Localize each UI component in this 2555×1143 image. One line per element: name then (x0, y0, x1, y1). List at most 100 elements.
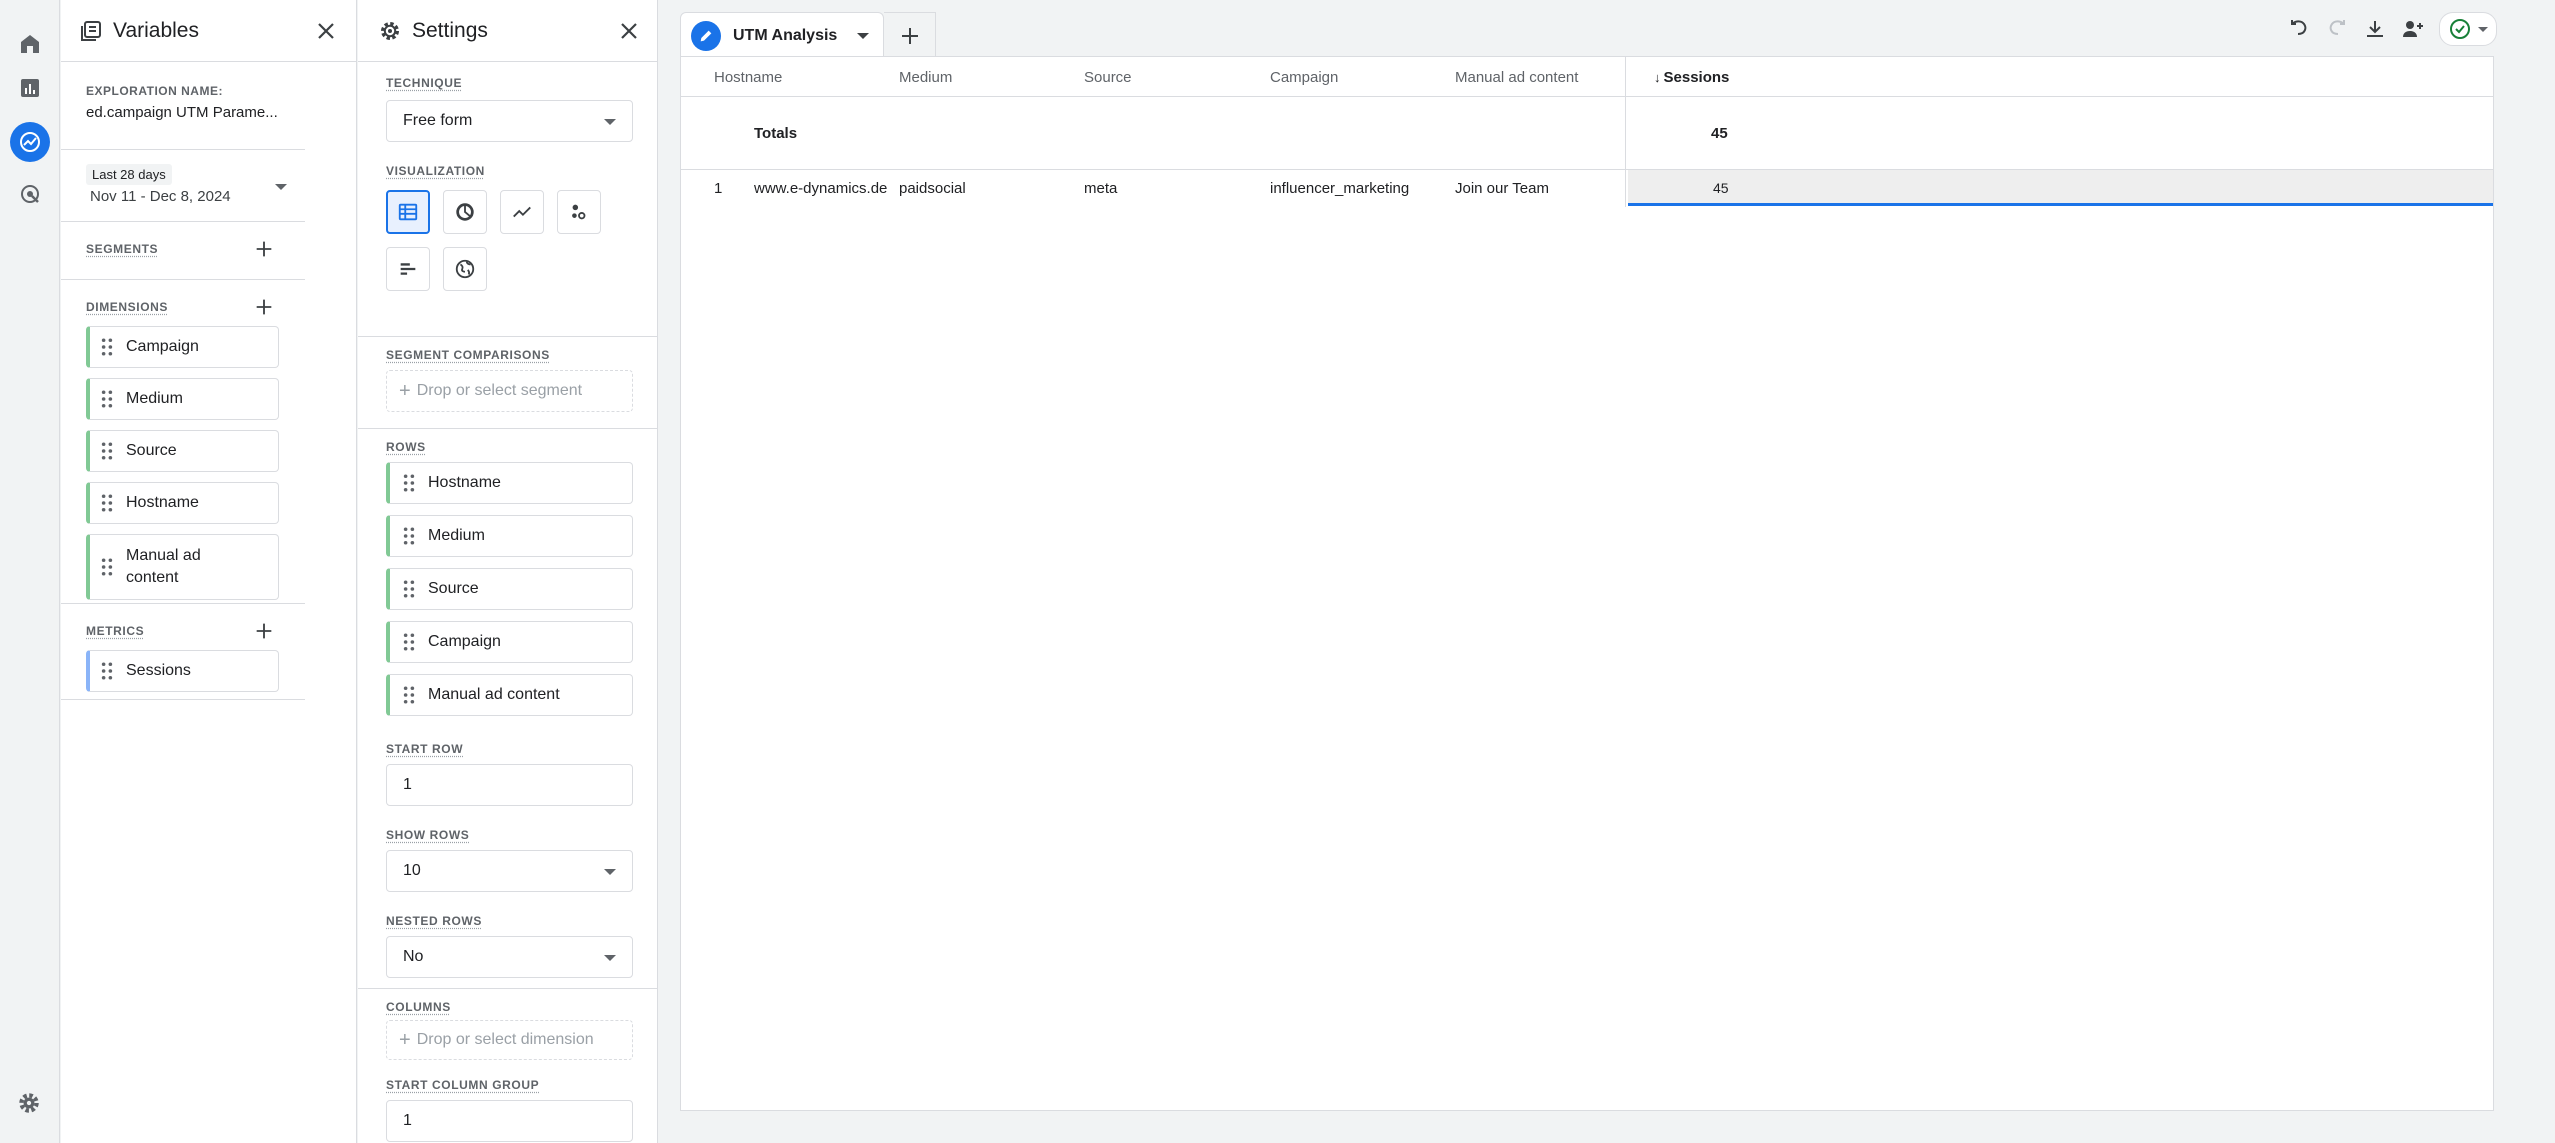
drag-handle-icon[interactable] (100, 442, 114, 460)
line-chart-icon (513, 206, 531, 218)
reports-nav-button[interactable] (10, 68, 50, 108)
dimension-label: Medium (126, 390, 183, 407)
cell-hostname[interactable]: www.e-dynamics.de (754, 170, 887, 206)
divider (358, 988, 658, 989)
segment-dropzone[interactable]: + Drop or select segment (386, 370, 633, 412)
variables-panel: Variables EXPLORATION NAME: ed.campaign … (61, 0, 357, 1143)
row-chip[interactable]: Source (386, 568, 633, 610)
drag-handle-icon[interactable] (100, 494, 114, 512)
cell-medium[interactable]: paidsocial (899, 170, 966, 206)
rows-section: ROWS Hostname Medium Source Campaign Man… (358, 440, 658, 978)
divider (358, 336, 658, 337)
add-metric-icon[interactable] (253, 620, 275, 642)
explore-icon (20, 132, 40, 152)
column-placeholder: Drop or select dimension (416, 1031, 594, 1048)
dimension-label: Manual ad content (126, 547, 201, 586)
cell-source[interactable]: meta (1084, 170, 1117, 206)
column-header-medium[interactable]: Medium (899, 57, 952, 97)
segment-comparisons-label: SEGMENT COMPARISONS (386, 348, 550, 362)
viz-line-button[interactable] (500, 190, 544, 234)
column-header-ad-content[interactable]: Manual ad content (1455, 57, 1578, 97)
drag-handle-icon[interactable] (402, 474, 416, 492)
column-header-hostname[interactable]: Hostname (714, 57, 782, 97)
advertising-nav-button[interactable] (10, 174, 50, 214)
add-tab-button[interactable] (884, 12, 936, 58)
cell-campaign[interactable]: influencer_marketing (1270, 170, 1409, 206)
start-row-input[interactable]: 1 (386, 764, 633, 806)
viz-geo-button[interactable] (443, 247, 487, 291)
viz-scatter-button[interactable] (557, 190, 601, 234)
drag-handle-icon[interactable] (402, 686, 416, 704)
row-chip[interactable]: Hostname (386, 462, 633, 504)
drag-handle-icon[interactable] (402, 633, 416, 651)
metric-chip[interactable]: Sessions (86, 650, 279, 692)
home-nav-button[interactable] (10, 24, 50, 64)
technique-select[interactable]: Free form (386, 100, 633, 142)
date-range-picker[interactable]: Last 28 days Nov 11 - Dec 8, 2024 (61, 150, 305, 222)
cell-ad-content[interactable]: Join our Team (1455, 170, 1549, 206)
viz-donut-button[interactable] (443, 190, 487, 234)
row-chip[interactable]: Manual ad content (386, 674, 633, 716)
drag-handle-icon[interactable] (402, 580, 416, 598)
exploration-name-input[interactable]: ed.campaign UTM Parame... (86, 104, 305, 121)
settings-panel: Settings TECHNIQUE Free form VISUALIZATI… (358, 0, 658, 1143)
column-header-sessions[interactable]: ↓ Sessions (1654, 57, 1729, 97)
drag-handle-icon[interactable] (100, 390, 114, 408)
status-dropdown[interactable] (2439, 12, 2497, 46)
download-icon[interactable] (2363, 17, 2387, 41)
undo-icon[interactable] (2287, 17, 2311, 41)
nested-rows-select[interactable]: No (386, 936, 633, 978)
settings-header: Settings (358, 0, 657, 62)
share-user-icon[interactable] (2401, 17, 2425, 41)
cell-sessions[interactable]: 45 (1713, 170, 1729, 206)
start-column-group-label: START COLUMN GROUP (386, 1078, 540, 1092)
columns-label: COLUMNS (386, 1000, 451, 1014)
tab-utm-analysis[interactable]: UTM Analysis (680, 12, 884, 58)
technique-value: Free form (403, 112, 473, 129)
dimension-chip[interactable]: Source (86, 430, 279, 472)
drag-handle-icon[interactable] (402, 527, 416, 545)
close-icon[interactable] (617, 19, 641, 43)
chevron-down-icon (2478, 26, 2488, 32)
dimensions-section: DIMENSIONS Campaign Medium Source Hostna… (61, 280, 305, 604)
dimension-chip[interactable]: Manual ad content (86, 534, 279, 600)
row-chip[interactable]: Medium (386, 515, 633, 557)
chevron-down-icon (604, 119, 616, 125)
show-rows-select[interactable]: 10 (386, 850, 633, 892)
dimension-chip[interactable]: Hostname (86, 482, 279, 524)
gear-icon[interactable] (16, 1090, 42, 1116)
dimension-chip[interactable]: Campaign (86, 326, 279, 368)
chevron-down-icon[interactable] (857, 32, 869, 39)
add-dimension-icon[interactable] (253, 296, 275, 318)
date-range-label: Last 28 days (86, 164, 172, 185)
start-column-group-input[interactable]: 1 (386, 1100, 633, 1142)
explore-nav-button[interactable] (10, 122, 50, 162)
dimension-label: Source (126, 442, 177, 459)
column-header-campaign[interactable]: Campaign (1270, 57, 1338, 97)
toolbar (2287, 12, 2497, 46)
edit-pencil-icon[interactable] (691, 20, 721, 51)
table-header-row: Hostname Medium Source Campaign Manual a… (681, 57, 2493, 97)
viz-bar-button[interactable] (386, 247, 430, 291)
plus-icon: + (399, 1028, 411, 1051)
variables-title: Variables (113, 18, 199, 42)
dimension-label: Campaign (126, 338, 199, 355)
add-segment-icon[interactable] (253, 238, 275, 260)
totals-label: Totals (754, 124, 798, 142)
drag-handle-icon[interactable] (100, 558, 114, 576)
close-icon[interactable] (314, 19, 338, 43)
scatter-chart-icon (572, 204, 586, 220)
redo-icon[interactable] (2325, 17, 2349, 41)
metric-label: Sessions (126, 662, 191, 679)
viz-table-button[interactable] (386, 190, 430, 234)
column-header-source[interactable]: Source (1084, 57, 1132, 97)
drag-handle-icon[interactable] (100, 662, 114, 680)
chevron-down-icon (604, 955, 616, 961)
row-chip[interactable]: Campaign (386, 621, 633, 663)
dimension-chip[interactable]: Medium (86, 378, 279, 420)
technique-section: TECHNIQUE Free form (358, 62, 657, 142)
table-row[interactable]: 1 www.e-dynamics.de paidsocial meta infl… (681, 170, 2493, 206)
drag-handle-icon[interactable] (100, 338, 114, 356)
column-dropzone[interactable]: + Drop or select dimension (386, 1020, 633, 1060)
metric-header-label: Sessions (1663, 68, 1730, 86)
